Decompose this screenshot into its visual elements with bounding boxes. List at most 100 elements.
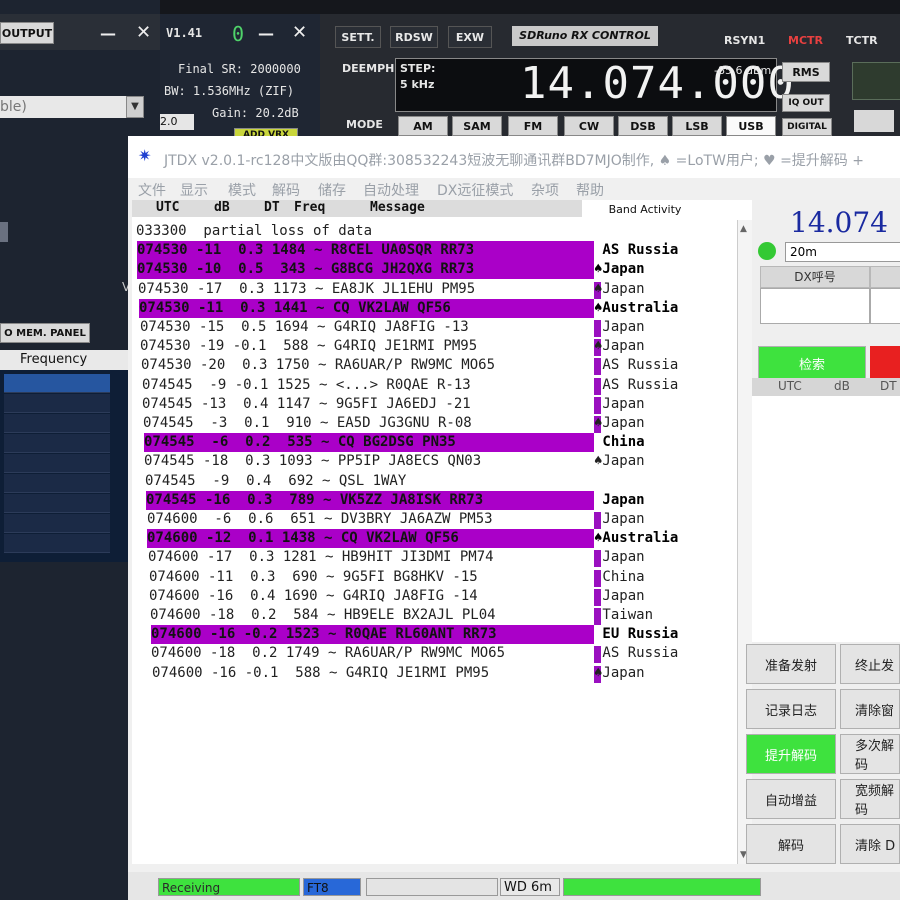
menu-view[interactable]: 显示 [180,180,208,200]
decode-row[interactable]: 074530 -10 0.5 343 ~ G8BCG JH2QXG RR73 ♠J… [137,260,737,279]
list-item[interactable] [4,494,110,513]
header-utc: UTC [156,200,180,215]
decode-row[interactable]: 074600 -11 0.3 690 ~ 9G5FI BG8HKV -15 Ch… [149,568,749,587]
decode-row[interactable]: 074530 -11 0.3 1441 ~ CQ VK2LAW QF56 ♠Aus… [139,299,739,318]
menu-auto[interactable]: 自动处理 [363,180,419,200]
deemph-label[interactable]: DEEMPH [342,62,394,75]
enhanced-decode-button[interactable]: 提升解码 [746,734,836,774]
decode-row[interactable]: 074545 -18 0.3 1093 ~ PP5IP JA8ECS QN03 ♠… [144,452,744,471]
decode-row[interactable]: 074545 -9 0.4 692 ~ QSL 1WAY [145,472,745,491]
wideband-decode-button[interactable]: 宽频解码 [840,779,900,819]
call-list[interactable] [752,396,900,642]
decode-row[interactable]: 074600 -12 0.1 1438 ~ CQ VK2LAW QF56 ♠Aus… [147,529,747,548]
settings-button[interactable]: SETT. [335,26,381,48]
decode-row[interactable]: 074530 -19 -0.1 588 ~ G4RIQ JE1RMI PM95 ♠… [140,337,740,356]
menu-file[interactable]: 文件 [138,180,166,200]
step-value[interactable]: 5 kHz [400,78,434,91]
minimize-icon[interactable]: — [100,24,116,43]
zoom-field[interactable]: 2.0 [160,114,194,130]
chevron-down-icon[interactable]: ▼ [126,96,144,118]
dx-call-input[interactable] [760,288,870,324]
slider-handle[interactable] [0,222,8,242]
stop-button[interactable] [870,346,900,378]
close-icon[interactable]: ✕ [136,22,151,43]
decode-row[interactable]: 074545 -9 -0.1 1525 ~ <...> R0QAE R-13 A… [142,376,742,395]
mode-cw-button[interactable]: CW [564,116,614,136]
scroll-up-icon[interactable]: ▲ [740,224,747,234]
list-item[interactable] [4,454,110,473]
decode-row[interactable]: 074530 -15 0.5 1694 ~ G4RIQ JA8FIG -13 J… [140,318,740,337]
close-icon[interactable]: ✕ [292,22,307,43]
list-item[interactable] [4,534,110,553]
rdsw-button[interactable]: RDSW [390,26,438,48]
decode-row[interactable]: 074600 -17 0.3 1281 ~ HB9HIT JI3DMI PM74… [148,548,748,567]
decode-message: 074600 -6 0.6 651 ~ DV3BRY JA6AZW PM53 [147,511,493,527]
band-select[interactable]: 20m [785,242,900,262]
decode-row[interactable]: 074545 -6 0.2 535 ~ CQ BG2DSG PN35 China [144,433,744,452]
decode-message: 074530 -20 0.3 1750 ~ RA6UAR/P RW9MC MO6… [141,357,496,373]
decode-row[interactable]: 074600 -6 0.6 651 ~ DV3BRY JA6AZW PM53 J… [147,510,747,529]
list-item[interactable] [4,374,110,393]
country-label: Japan [594,511,645,527]
auto-gain-button[interactable]: 自动增益 [746,779,836,819]
menu-mode[interactable]: 模式 [228,180,256,200]
prepare-tx-button[interactable]: 准备发射 [746,644,836,684]
decode-row[interactable]: 074600 -18 0.2 584 ~ HB9ELE BX2AJL PL04 … [150,606,750,625]
mode-usb-button[interactable]: USB [726,116,776,136]
exw-button[interactable]: EXW [448,26,492,48]
menu-dxpedition[interactable]: DX远征模式 [437,180,513,200]
decode-row[interactable]: 074530 -17 0.3 1173 ~ EA8JK JL1EHU PM95 ♠… [138,280,738,299]
menu-misc[interactable]: 杂项 [531,180,559,200]
rsyn1-toggle[interactable]: RSYN1 [724,34,765,47]
country-label: Japan [594,319,645,335]
minimize-icon[interactable]: — [258,24,274,43]
decode-row[interactable]: 074545 -3 0.1 910 ~ EA5D JG3GNU R-08 ♠Jap… [143,414,743,433]
decode-row[interactable]: 074530 -11 0.3 1484 ~ R8CEL UA0SQR RR73 … [137,241,737,260]
mem-panel-button[interactable]: O MEM. PANEL [0,323,90,343]
multi-decode-button[interactable]: 多次解码 [840,734,900,774]
decode-button[interactable]: 解码 [746,824,836,864]
mctr-toggle[interactable]: MCTR [788,34,823,47]
country-label: China [594,569,645,585]
list-item[interactable] [4,434,110,453]
output-button[interactable]: OUTPUT [0,22,54,44]
dx-grid-label [870,266,900,288]
list-item[interactable] [4,394,110,413]
tctr-toggle[interactable]: TCTR [846,34,878,47]
watchdog-status: WD 6m [500,878,560,896]
knob-icon[interactable] [854,110,894,132]
log-qso-button[interactable]: 记录日志 [746,689,836,729]
decode-row[interactable]: 033300 partial loss of data [136,222,736,241]
left-dropdown[interactable]: ble) [0,96,128,118]
dx-grid-input[interactable] [870,288,900,324]
country-label: AS Russia [594,242,679,258]
halt-tx-button[interactable]: 终止发 [840,644,900,684]
list-item[interactable] [4,414,110,433]
clear-dx-button[interactable]: 清除 D [840,824,900,864]
mode-sam-button[interactable]: SAM [452,116,502,136]
menu-decode[interactable]: 解码 [272,180,300,200]
menu-help[interactable]: 帮助 [576,180,604,200]
digital-button[interactable]: DIGITAL [782,118,832,136]
frequency-header-label: Frequency [20,352,88,367]
clear-window-button[interactable]: 清除窗 [840,689,900,729]
decode-row[interactable]: 074545 -16 0.3 789 ~ VK5ZZ JA8ISK RR73 J… [146,491,746,510]
decode-row[interactable]: 074530 -20 0.3 1750 ~ RA6UAR/P RW9MC MO6… [141,356,741,375]
decode-row[interactable]: 074600 -16 0.4 1690 ~ G4RIQ JA8FIG -14 J… [149,587,749,606]
iq-out-button[interactable]: IQ OUT [782,94,830,112]
list-header-utc: UTC [778,379,802,393]
mode-lsb-button[interactable]: LSB [672,116,722,136]
list-item[interactable] [4,514,110,533]
menu-save[interactable]: 储存 [318,180,346,200]
list-item[interactable] [4,474,110,493]
decode-row[interactable]: 074600 -18 0.2 1749 ~ RA6UAR/P RW9MC MO6… [151,644,751,663]
search-button[interactable]: 检索 [758,346,866,380]
mode-fm-button[interactable]: FM [508,116,558,136]
decode-row[interactable]: 074600 -16 -0.2 1523 ~ R0QAE RL60ANT RR7… [151,625,751,644]
decode-row[interactable]: 074545 -13 0.4 1147 ~ 9G5FI JA6EDJ -21 J… [142,395,742,414]
rms-button[interactable]: RMS [782,62,830,82]
mode-dsb-button[interactable]: DSB [618,116,668,136]
decode-row[interactable]: 074600 -16 -0.1 588 ~ G4RIQ JE1RMI PM95 ♠… [152,664,752,683]
mode-am-button[interactable]: AM [398,116,448,136]
decode-message: 074600 -16 0.4 1690 ~ G4RIQ JA8FIG -14 [149,588,478,604]
